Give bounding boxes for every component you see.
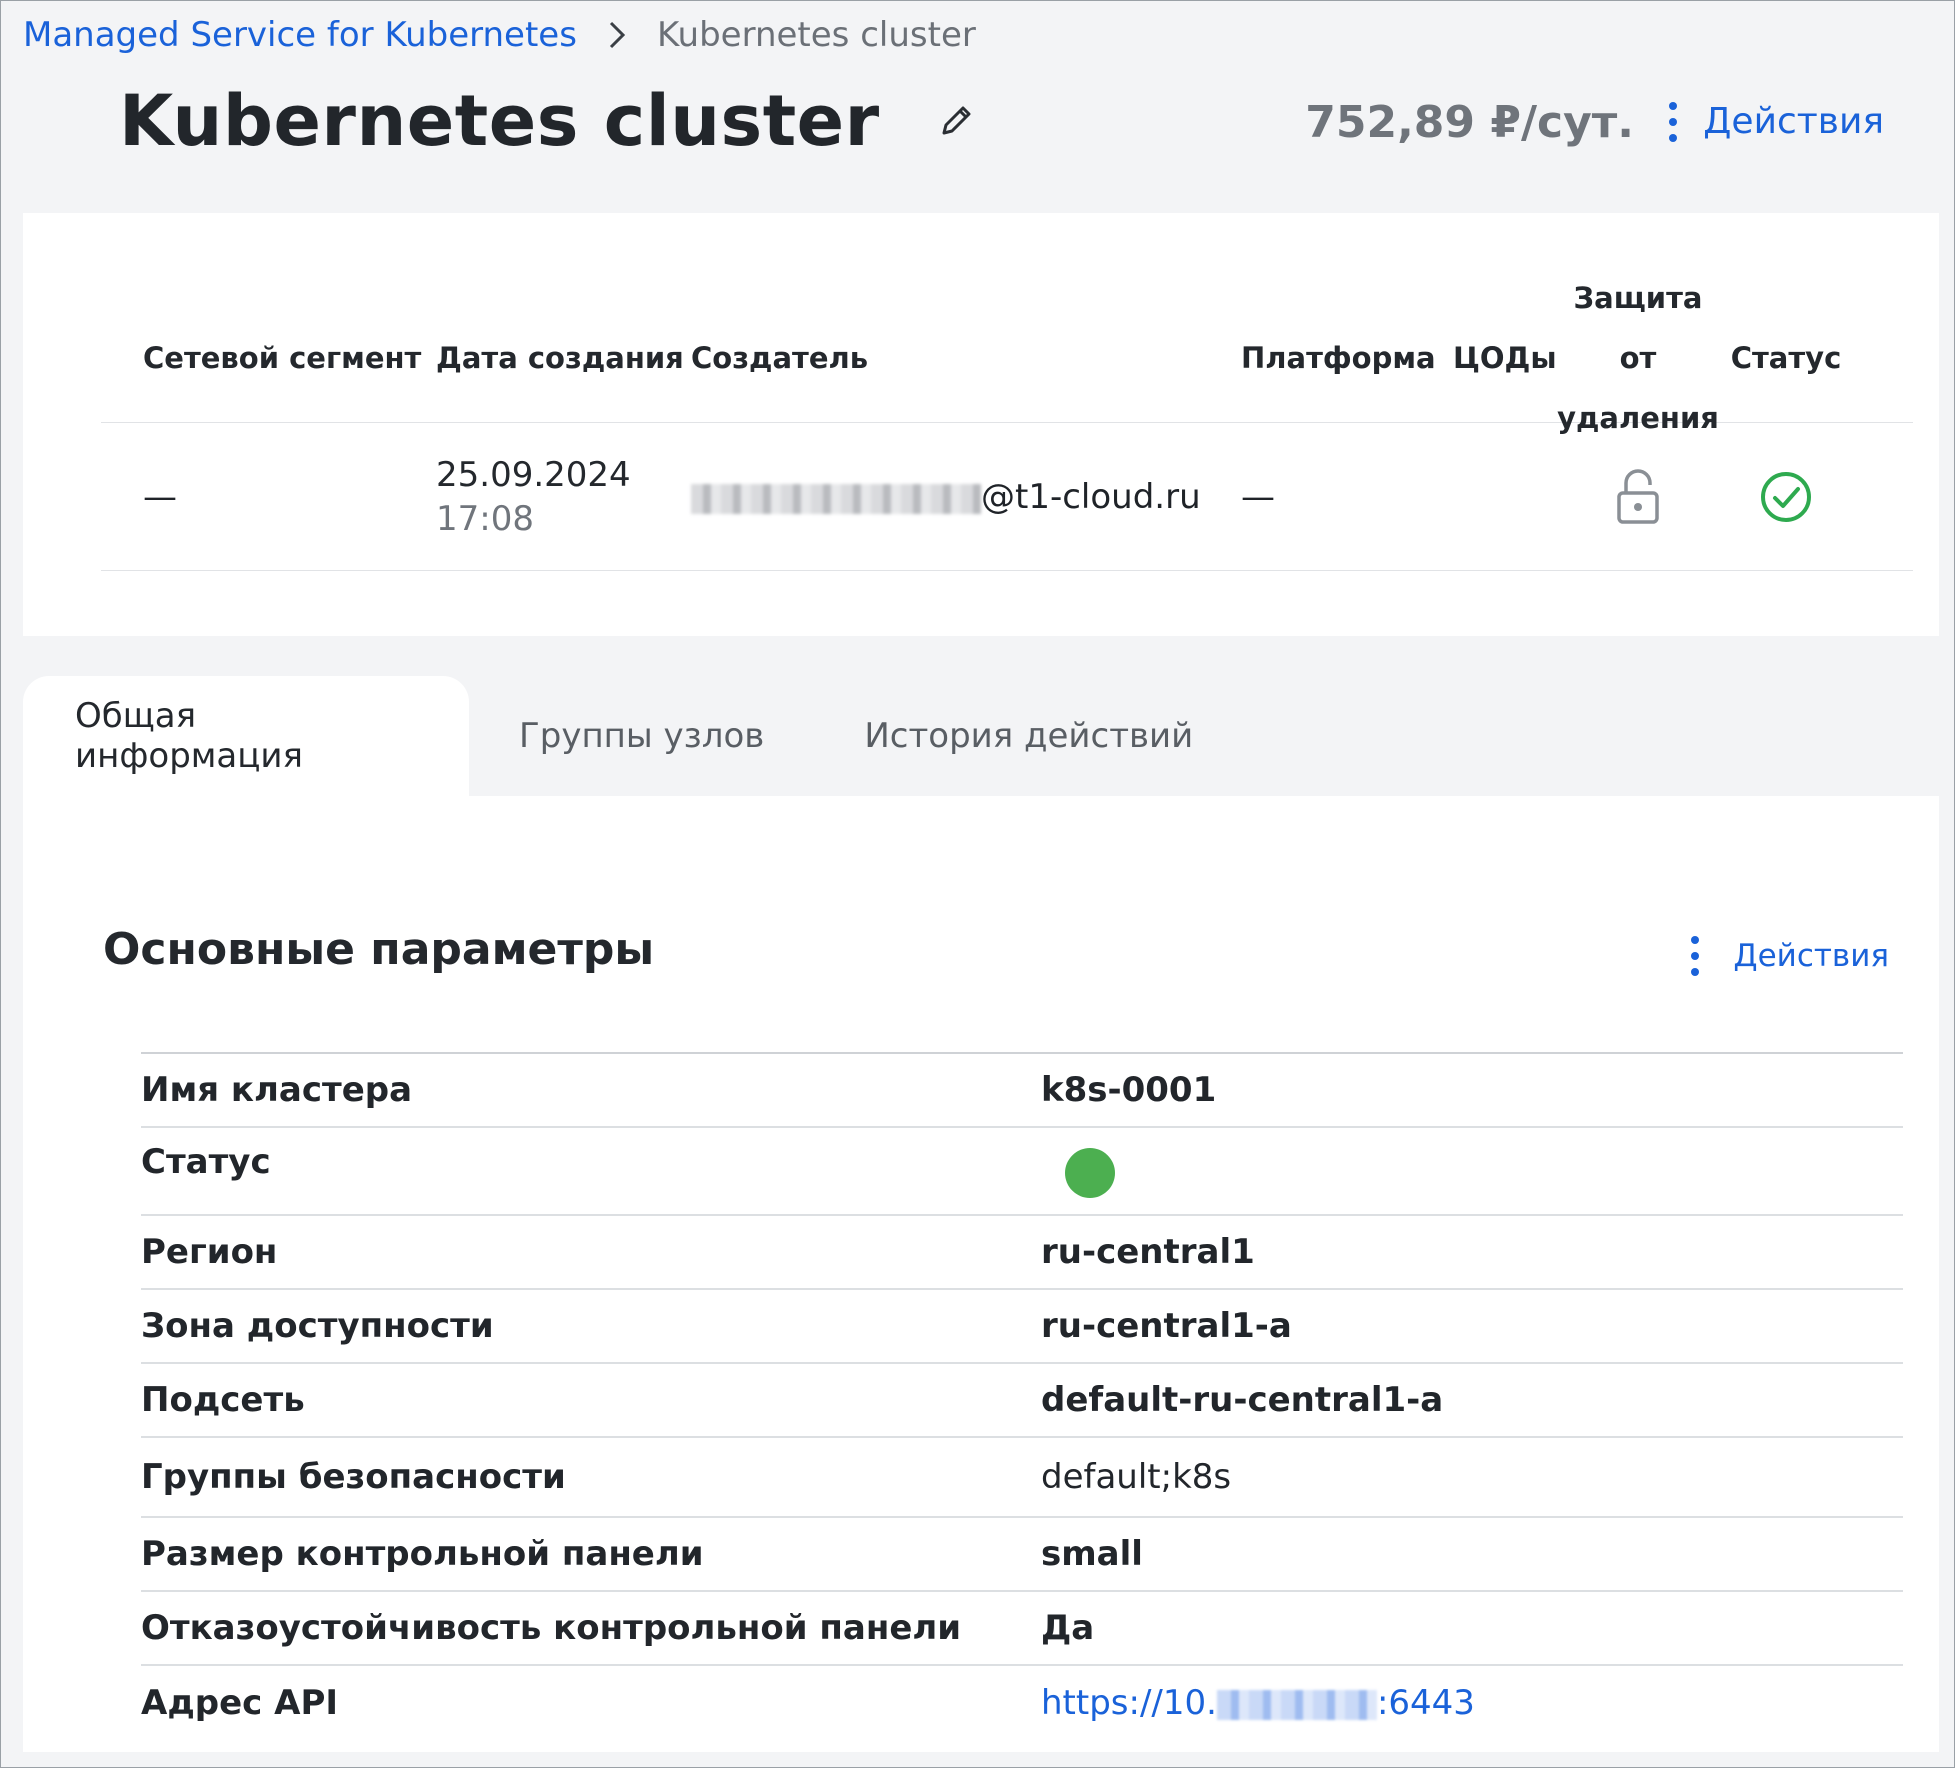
col-protection: Защита от удаления	[1557, 281, 1719, 435]
created-date-day: 25.09.2024	[436, 455, 631, 495]
param-key: Адрес API	[141, 1683, 339, 1723]
param-row-region: Регион ru-central1	[141, 1216, 1903, 1290]
param-row-status: Статус	[141, 1128, 1903, 1216]
param-key: Имя кластера	[141, 1070, 413, 1110]
breadcrumb: Managed Service for Kubernetes Kubernete…	[23, 11, 976, 59]
section-actions-label: Действия	[1733, 938, 1889, 974]
section-actions-button[interactable]: Действия	[1691, 936, 1889, 976]
platform-value: —	[1241, 477, 1275, 517]
param-key: Подсеть	[141, 1380, 305, 1420]
api-address-link[interactable]: https://10. :6443	[1041, 1683, 1475, 1723]
creator-domain: @t1-cloud.ru	[981, 477, 1201, 517]
param-key: Размер контрольной панели	[141, 1534, 704, 1574]
check-circle-icon	[1761, 472, 1811, 522]
pencil-icon[interactable]	[936, 101, 976, 141]
redacted-username	[691, 483, 981, 514]
summary-header: Сетевой сегмент Дата создания Создатель …	[101, 281, 1913, 435]
summary-card: Сетевой сегмент Дата создания Создатель …	[23, 213, 1939, 636]
param-key: Статус	[141, 1142, 271, 1182]
col-platform: Платформа	[1241, 341, 1436, 375]
tab-node-groups[interactable]: Группы узлов	[469, 676, 814, 796]
param-row-subnet: Подсеть default-ru-central1-a	[141, 1364, 1903, 1438]
param-row-ha: Отказоустойчивость контрольной панели Да	[141, 1592, 1903, 1666]
creator-value: @t1-cloud.ru	[691, 423, 1201, 571]
protection-cell	[1553, 423, 1723, 571]
col-segment: Сетевой сегмент	[143, 341, 422, 375]
api-url-port: :6443	[1376, 1683, 1475, 1723]
header-actions-button[interactable]: Действия	[1669, 101, 1884, 142]
param-row-zone: Зона доступности ru-central1-a	[141, 1290, 1903, 1364]
param-key: Зона доступности	[141, 1306, 494, 1346]
param-value: Да	[1041, 1608, 1095, 1648]
param-row-cluster-name: Имя кластера k8s-0001	[141, 1054, 1903, 1128]
params-table: Имя кластера k8s-0001 Статус Регион ru-c…	[141, 1052, 1903, 1740]
breadcrumb-parent-link[interactable]: Managed Service for Kubernetes	[23, 11, 577, 59]
header-actions-label: Действия	[1703, 101, 1884, 142]
more-vertical-icon	[1691, 936, 1700, 976]
param-value: ru-central1-a	[1041, 1306, 1292, 1346]
general-info-panel: Основные параметры Действия Имя кластера…	[23, 796, 1939, 1752]
api-url-prefix: https://10.	[1041, 1683, 1217, 1723]
section-title: Основные параметры	[103, 924, 655, 975]
param-value: small	[1041, 1534, 1143, 1574]
col-date: Дата создания	[436, 341, 684, 375]
param-row-control-plane-size: Размер контрольной панели small	[141, 1518, 1903, 1592]
param-value: default-ru-central1-a	[1041, 1380, 1444, 1420]
page-title: Kubernetes cluster	[119, 80, 880, 162]
status-cell	[1711, 423, 1861, 571]
param-key: Группы безопасности	[141, 1457, 566, 1497]
created-date: 25.09.2024 17:08	[436, 423, 631, 571]
col-status: Статус	[1730, 341, 1842, 375]
param-key: Отказоустойчивость контрольной панели	[141, 1608, 962, 1648]
param-row-api-address: Адрес API https://10. :6443	[141, 1666, 1903, 1740]
breadcrumb-current: Kubernetes cluster	[656, 15, 976, 55]
lock-open-icon	[1617, 469, 1659, 524]
param-value: ru-central1	[1041, 1232, 1255, 1272]
chevron-right-icon	[607, 19, 627, 51]
segment-value: —	[143, 477, 177, 517]
param-key: Регион	[141, 1232, 278, 1272]
price-per-day: 752,89 ₽/сут.	[1305, 97, 1634, 148]
created-date-time: 17:08	[436, 499, 534, 539]
tabs: Общая информация Группы узлов История де…	[23, 676, 1243, 796]
summary-row: — 25.09.2024 17:08 @t1-cloud.ru —	[101, 423, 1913, 571]
col-dcs: ЦОДы	[1453, 341, 1557, 375]
tab-action-history[interactable]: История действий	[814, 676, 1243, 796]
title-row: Kubernetes cluster	[119, 73, 976, 169]
param-row-security-groups: Группы безопасности default;k8s	[141, 1438, 1903, 1518]
status-indicator	[1065, 1148, 1115, 1198]
col-creator: Создатель	[691, 341, 869, 375]
param-value: default;k8s	[1041, 1457, 1232, 1497]
param-value: k8s-0001	[1041, 1070, 1217, 1110]
more-vertical-icon	[1669, 101, 1678, 142]
tab-general-info[interactable]: Общая информация	[23, 676, 469, 796]
redacted-ip	[1216, 1689, 1377, 1720]
